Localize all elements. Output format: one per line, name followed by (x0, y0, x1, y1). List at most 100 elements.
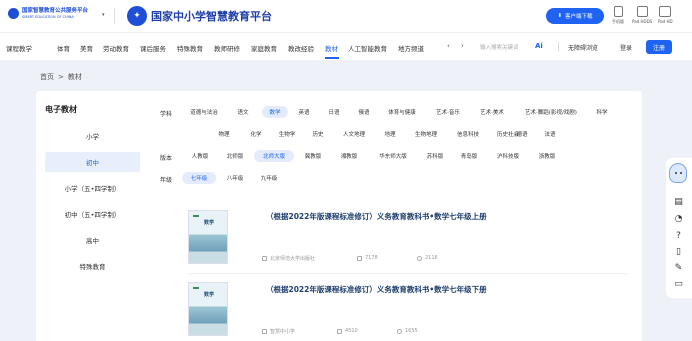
device-label: Pad HDDS (632, 19, 653, 24)
nav-item-afterschool[interactable]: 课后服务 (140, 43, 166, 53)
grade-chip[interactable]: 八年级 (220, 172, 250, 184)
nav-item-ai[interactable]: 人工智能教育 (348, 43, 387, 53)
divider (558, 42, 559, 52)
nav-item-labor[interactable]: 劳动教育 (103, 43, 129, 53)
client-download-button[interactable]: ⬇ 客户端下载 (546, 8, 604, 24)
nav-item-pe[interactable]: 体育 (57, 43, 70, 53)
nav-item-special[interactable]: 特殊教育 (177, 43, 203, 53)
device-label: Pad HD (658, 19, 673, 24)
subject-chip[interactable]: 化学 (244, 128, 268, 140)
device-label: 手机版 (612, 19, 624, 24)
nav-item-reform[interactable]: 教改经验 (288, 43, 314, 53)
assistant-mascot-icon[interactable] (669, 163, 687, 183)
sidebar-item-special[interactable]: 特殊教育 (45, 256, 140, 276)
version-chip[interactable]: 沪科技版 (488, 150, 528, 162)
sidebar-item-primary[interactable]: 小学 (45, 126, 140, 146)
publisher-text: 北京师范大学出版社 (270, 256, 316, 262)
message-icon[interactable]: ▭ (673, 278, 684, 289)
subject-chip[interactable]: 英语 (292, 106, 316, 118)
version-chip-active[interactable]: 北师大版 (254, 150, 294, 162)
nav-item-art[interactable]: 美育 (80, 43, 93, 53)
views-count: 4510 (345, 328, 358, 334)
grade-label: 年级 (160, 177, 173, 184)
book-cover[interactable]: 数学 (188, 282, 228, 336)
accessibility-link[interactable]: 无障碍浏览 (568, 43, 598, 52)
sidebar-item-senior[interactable]: 高中 (45, 230, 140, 250)
subject-chip[interactable]: 信息科技 (450, 128, 486, 140)
subject-chip[interactable]: 俄语 (352, 106, 376, 118)
sidebar-item-junior-54[interactable]: 初中（五•四学制） (45, 204, 140, 224)
phone-icon (613, 6, 623, 17)
version-chip[interactable]: 苏科版 (420, 150, 450, 162)
likes-count: 2116 (425, 255, 438, 261)
logo-small-cn: 国家智慧教育公共服务平台 (22, 8, 89, 14)
subject-chip[interactable]: 法语 (538, 128, 562, 140)
version-chip[interactable]: 青岛版 (454, 150, 484, 162)
subject-chip[interactable]: 物理 (212, 128, 236, 140)
book-views: 4510 (337, 328, 358, 334)
subject-chip[interactable]: 德语 (510, 128, 534, 140)
version-chip[interactable]: 湘教版 (334, 150, 364, 162)
subject-chip[interactable]: 语文 (230, 106, 256, 118)
subject-chip[interactable]: 道德与法治 (185, 106, 223, 118)
sidebar-item-label: 高中 (86, 237, 99, 245)
login-link[interactable]: 登录 (620, 43, 632, 52)
device-pad-hd[interactable]: Pad HD (658, 6, 673, 24)
sidebar-item-label: 初中（五•四学制） (64, 211, 121, 219)
ai-search-icon[interactable]: Ai (535, 42, 543, 50)
nav-item-local[interactable]: 地方频道 (398, 43, 424, 53)
subject-chip[interactable]: 生物地理 (406, 128, 446, 140)
subject-chip[interactable]: 体育与健康 (380, 106, 424, 118)
nav-item-course[interactable]: 课程教学 (6, 43, 32, 53)
cover-subject: 数学 (204, 220, 215, 226)
register-button[interactable]: 注册 (646, 40, 672, 54)
site-logo[interactable]: ✦ 国家中小学智慧教育平台 (127, 6, 272, 26)
book-cover[interactable]: 数学 (188, 210, 228, 264)
subject-chip[interactable]: 人文地理 (334, 128, 374, 140)
sidebar-item-primary-54[interactable]: 小学（五•四学制） (45, 178, 140, 198)
book-title[interactable]: （根据2022年版课程标准修订）义务教育教科书•数学七年级下册 (266, 284, 487, 295)
tablet-icon (659, 6, 672, 17)
grade-chip[interactable]: 九年级 (254, 172, 284, 184)
chevron-left-icon[interactable]: ‹ (447, 42, 450, 50)
version-chip[interactable]: 华东师大版 (370, 150, 416, 162)
document-icon[interactable]: ▤ (673, 196, 684, 207)
subject-chip[interactable]: 历史 (306, 128, 330, 140)
subject-chip[interactable]: 艺术·美术 (472, 106, 512, 118)
version-chip[interactable]: 人教版 (185, 150, 215, 162)
subject-chip[interactable]: 艺术·音乐 (428, 106, 468, 118)
nav-item-teacher[interactable]: 教师研修 (214, 43, 240, 53)
version-chip[interactable]: 北师版 (220, 150, 250, 162)
subject-chip[interactable]: 艺术·舞蹈(影视/戏剧) (516, 106, 586, 118)
chevron-down-icon[interactable]: ▾ (102, 12, 105, 18)
nav-item-family[interactable]: 家庭教育 (251, 43, 277, 53)
site-title: 国家中小学智慧教育平台 (151, 10, 272, 23)
nav-item-textbook[interactable]: 教材 (325, 43, 338, 53)
platform-logo[interactable]: 国家智慧教育公共服务平台 SMART EDUCATION OF CHINA (8, 8, 88, 19)
version-chip[interactable]: 浙教版 (532, 150, 562, 162)
subject-chip[interactable]: 地理 (378, 128, 402, 140)
device-mobile[interactable]: 手机版 (612, 6, 624, 25)
list-divider (188, 273, 628, 274)
subject-chip[interactable]: 日语 (322, 106, 346, 118)
top-header: 国家智慧教育公共服务平台 SMART EDUCATION OF CHINA ▾ … (0, 0, 692, 32)
help-icon[interactable]: ? (673, 230, 684, 241)
sidebar-item-label: 小学 (86, 133, 99, 141)
subject-chip-active[interactable]: 数学 (262, 106, 288, 118)
book-title[interactable]: （根据2022年版课程标准修订）义务教育教科书•数学七年级上册 (266, 211, 487, 222)
views-count: 7178 (365, 255, 378, 261)
clock-icon[interactable]: ◔ (673, 213, 684, 224)
version-chip[interactable]: 冀教版 (298, 150, 328, 162)
version-label: 版本 (160, 155, 173, 162)
subject-chip[interactable]: 科学 (590, 106, 614, 118)
device-pad-hdds[interactable]: Pad HDDS (632, 6, 652, 24)
breadcrumb-home[interactable]: 首页 (40, 73, 54, 81)
cover-subject: 数学 (204, 292, 215, 298)
sidebar-item-junior[interactable]: 初中 (45, 152, 140, 172)
phone-icon[interactable]: ▯ (673, 246, 684, 257)
chevron-right-icon[interactable]: › (461, 42, 464, 50)
grade-chip-active[interactable]: 七年级 (182, 172, 216, 184)
breadcrumb-current: 教材 (67, 73, 82, 81)
subject-chip[interactable]: 生物学 (272, 128, 302, 140)
feedback-icon[interactable]: ✎ (673, 262, 684, 273)
